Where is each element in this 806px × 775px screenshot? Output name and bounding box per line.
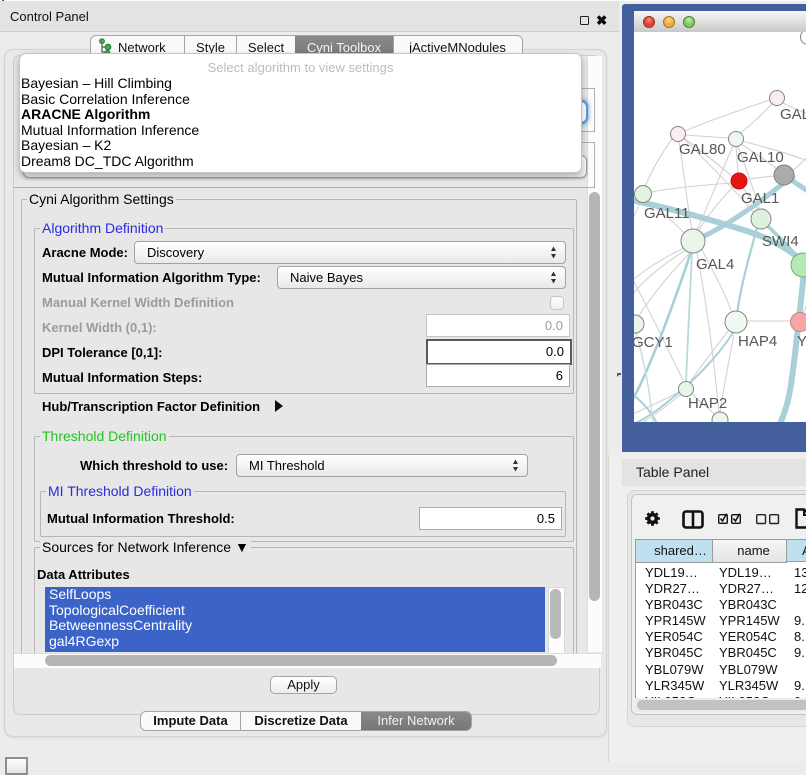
svg-text:GAL11: GAL11 [644,205,690,222]
svg-text:GCY1: GCY1 [634,334,673,351]
svg-text:GAL10: GAL10 [737,149,784,166]
svg-text:HAP2: HAP2 [688,395,727,412]
svg-text:GAL80: GAL80 [679,141,726,158]
svg-text:GAL1: GAL1 [741,190,779,207]
svg-text:SWI4: SWI4 [762,233,799,250]
svg-text:HAP4: HAP4 [738,333,777,350]
svg-text:Y: Y [797,333,806,350]
svg-text:GAL2: GAL2 [780,106,806,123]
svg-text:GAL4: GAL4 [696,256,734,273]
